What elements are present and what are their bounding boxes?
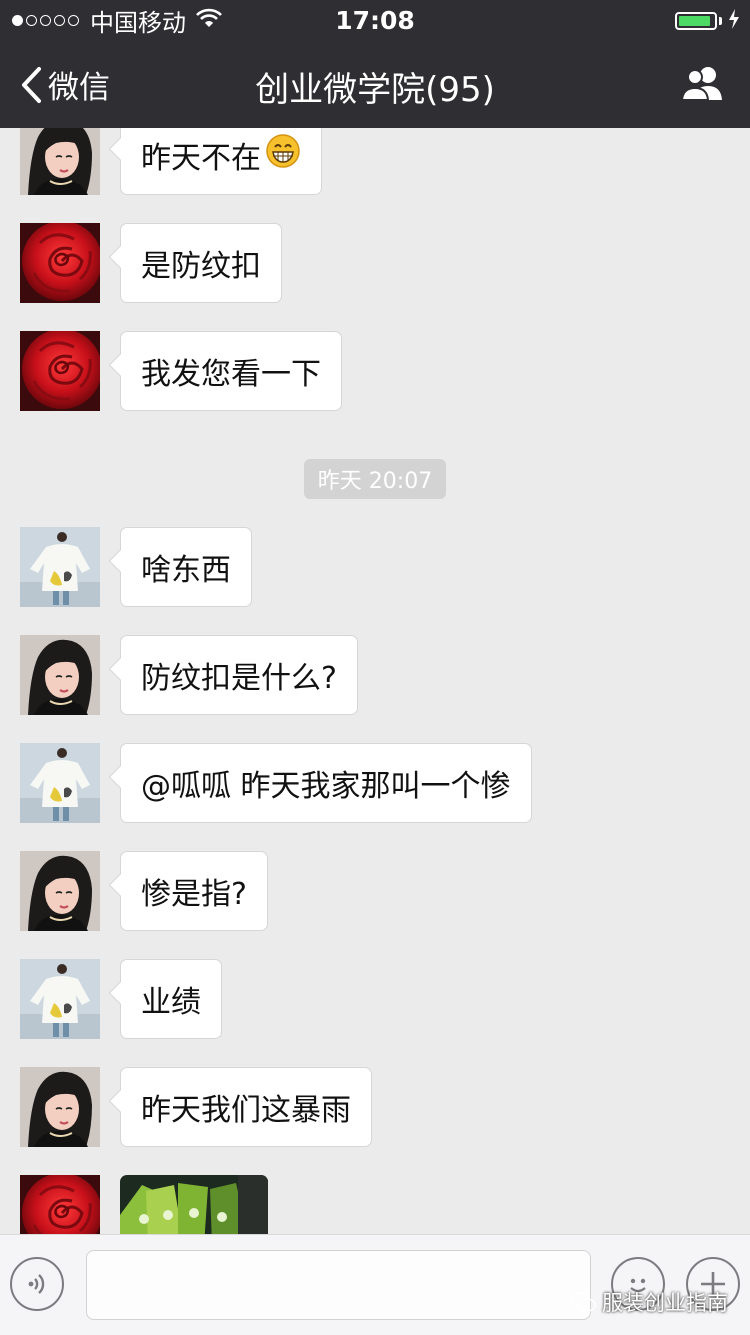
message-text: @呱呱 昨天我家那叫一个惨 [141, 769, 511, 804]
battery-tip [719, 17, 722, 25]
message-bubble[interactable]: 我发您看一下 [120, 331, 342, 411]
message-bubble[interactable]: 昨天不在 [120, 128, 322, 195]
message-text: 啥东西 [141, 553, 231, 588]
avatar-red-rose[interactable] [20, 331, 100, 411]
group-members-button[interactable] [680, 64, 726, 106]
status-bar: 中国移动 17:08 [0, 0, 750, 40]
grinning-emoji-icon [265, 133, 301, 177]
timestamp-divider: 昨天 20:07 [304, 459, 446, 499]
nav-bar: 微信 创业微学院(95) [0, 40, 750, 128]
message-bubble[interactable]: 啥东西 [120, 527, 252, 607]
wechat-logo-icon [570, 1292, 596, 1312]
avatar-fashion-model[interactable] [20, 527, 100, 607]
message-text: 我发您看一下 [141, 357, 321, 392]
message-bubble[interactable]: 业绩 [120, 959, 222, 1039]
status-right [675, 9, 740, 33]
avatar-woman-portrait[interactable] [20, 1067, 100, 1147]
avatar-fashion-model[interactable] [20, 743, 100, 823]
message-text: 业绩 [141, 985, 201, 1020]
avatar-red-rose[interactable] [20, 1175, 100, 1234]
voice-button[interactable] [10, 1257, 64, 1311]
message-bubble[interactable]: 惨是指? [120, 851, 268, 931]
message-bubble[interactable]: @呱呱 昨天我家那叫一个惨 [120, 743, 532, 823]
battery-icon [675, 12, 717, 30]
message-list[interactable]: 昨天不在 是防纹扣 我发您看一下 昨天 20:07 啥东西 防纹扣是什么? @呱… [0, 128, 750, 1234]
voice-icon [28, 1274, 45, 1294]
message-text: 防纹扣是什么? [141, 661, 337, 696]
message-text: 惨是指? [141, 877, 247, 912]
clock: 17:08 [335, 6, 415, 35]
message-input[interactable] [86, 1250, 591, 1320]
avatar-woman-portrait[interactable] [20, 851, 100, 931]
message-bubble[interactable]: 昨天我们这暴雨 [120, 1067, 372, 1147]
image-message[interactable] [120, 1175, 268, 1234]
watermark-text: 服装创业指南 [602, 1291, 728, 1315]
message-text: 是防纹扣 [141, 249, 261, 284]
message-text: 昨天不在 [141, 141, 261, 176]
watermark: 服装创业指南 [570, 1287, 728, 1317]
avatar-woman-portrait[interactable] [20, 128, 100, 195]
input-bar: 服装创业指南 [0, 1234, 750, 1335]
message-bubble[interactable]: 是防纹扣 [120, 223, 282, 303]
avatar-red-rose[interactable] [20, 223, 100, 303]
group-people-icon [680, 67, 722, 101]
avatar-fashion-model[interactable] [20, 959, 100, 1039]
chat-title: 创业微学院(95) [255, 70, 495, 110]
battery-level [679, 16, 710, 26]
message-text: 昨天我们这暴雨 [141, 1093, 351, 1128]
charging-icon [728, 9, 740, 33]
avatar-woman-portrait[interactable] [20, 635, 100, 715]
message-bubble[interactable]: 防纹扣是什么? [120, 635, 358, 715]
green-packages-photo [120, 1175, 268, 1234]
